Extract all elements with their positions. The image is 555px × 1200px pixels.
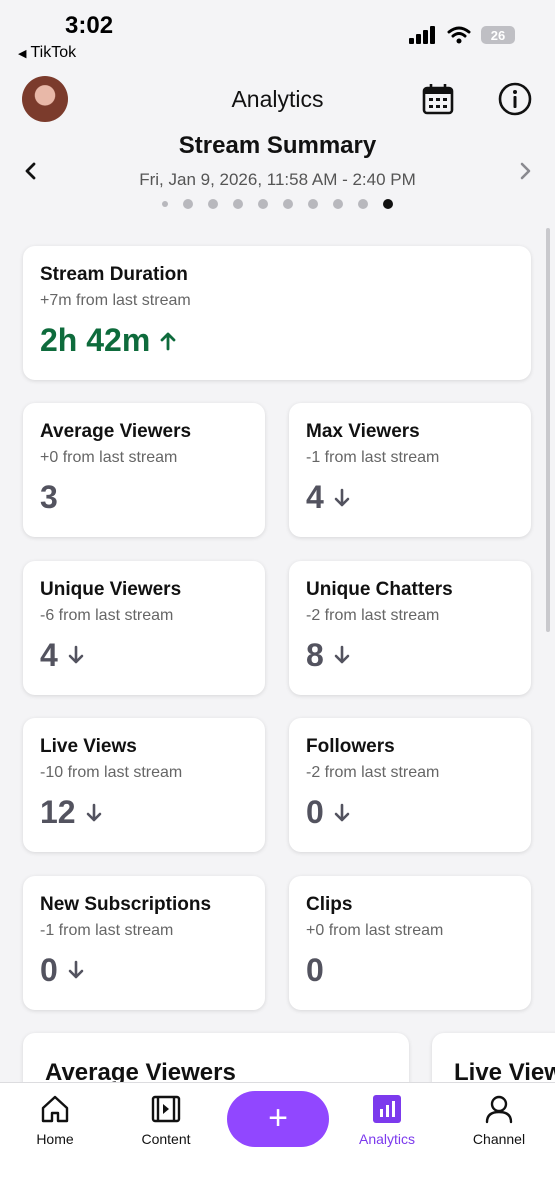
stream-duration-card[interactable]: Stream Duration +7m from last stream 2h … [23,246,531,380]
card-title: Followers [306,736,395,757]
person-icon [485,1095,513,1124]
card-value-text: 3 [40,479,58,515]
page-dot[interactable] [183,199,193,209]
tab-label: Analytics [358,1131,416,1147]
card-value-text: 0 [40,951,58,988]
home-icon [41,1095,69,1123]
tab-content[interactable]: Content [121,1093,211,1147]
card-title: Unique Viewers [40,578,182,600]
tab-home[interactable]: Home [10,1093,100,1147]
back-to-app-link[interactable]: ◀ TikTok [18,44,76,62]
card-value-text: 0 [306,951,324,988]
clips-card[interactable]: Clips +0 from last stream 0 [289,875,531,1010]
wifi-icon [447,26,471,44]
page-dot[interactable] [283,199,293,209]
card-value-text: 8 [306,636,324,673]
average-viewers-card[interactable]: Average Viewers +0 from last stream 3 [23,403,265,537]
card-comparison: -1 from last stream [306,449,440,466]
card-value: 0 [306,952,514,989]
status-bar: 3:02 ◀ TikTok 26 [0,0,555,68]
card-value: 4 [306,479,514,516]
page-dot[interactable] [162,201,168,207]
arrow-up-icon [160,332,176,350]
card-value: 0 [306,794,514,831]
arrow-down-icon [334,803,350,821]
arrow-down-icon [86,803,101,821]
card-title: Live Views [40,736,137,757]
card-value: 4 [40,637,248,674]
new-subscriptions-card[interactable]: New Subscriptions -1 from last stream 0 [23,875,265,1010]
video-frame-icon [151,1095,181,1123]
back-triangle-icon: ◀ [18,47,27,60]
cellular-signal-icon [409,26,435,44]
card-comparison: +7m from last stream [40,292,191,309]
page-indicator[interactable] [0,199,555,209]
card-value-text: 4 [306,479,324,515]
arrow-down-icon [68,960,84,979]
card-comparison: -10 from last stream [40,764,183,781]
scrollbar[interactable] [546,228,550,632]
page-dot[interactable] [358,199,368,209]
page-dot[interactable] [333,199,343,209]
card-value-text: 12 [40,794,76,830]
tab-label: Content [141,1131,191,1147]
page-dot[interactable] [208,199,218,209]
unique-viewers-card[interactable]: Unique Viewers -6 from last stream 4 [23,560,265,695]
unique-chatters-card[interactable]: Unique Chatters -2 from last stream 8 [289,560,531,695]
followers-card[interactable]: Followers -2 from last stream 0 [289,718,531,852]
page-dot[interactable] [233,199,243,209]
bottom-tab-bar: Home Content + Analytics Channel [0,1082,555,1200]
card-title: Stream Duration [40,264,188,285]
tab-label: Channel [472,1131,526,1147]
card-title: Average Viewers [40,421,192,442]
page-dot[interactable] [258,199,268,209]
info-icon[interactable] [497,81,533,117]
card-title: Clips [306,893,353,915]
page-title: Analytics [231,86,324,112]
live-views-card[interactable]: Live Views -10 from last stream 12 [23,718,265,852]
card-value: 3 [40,479,248,516]
battery-indicator: 26 [481,26,515,44]
calendar-icon[interactable] [421,82,455,116]
card-value-text: 2h 42m [40,322,151,358]
card-value-text: 4 [40,636,58,673]
card-title: Unique Chatters [306,578,453,600]
card-title: New Subscriptions [40,893,212,915]
card-comparison: -6 from last stream [40,606,174,624]
card-value: 2h 42m [40,322,514,359]
back-app-label: TikTok [30,44,77,61]
max-viewers-card[interactable]: Max Viewers -1 from last stream 4 [289,403,531,537]
status-icons: 26 [409,26,515,44]
create-button[interactable]: + [227,1091,329,1147]
card-value: 8 [306,637,514,674]
card-value: 12 [40,794,248,831]
arrow-down-icon [334,645,350,664]
arrow-down-icon [334,488,350,506]
app-header: Analytics [0,68,555,128]
card-value: 0 [40,952,248,989]
status-time: 3:02 [65,12,114,39]
card-comparison: +0 from last stream [40,449,178,466]
card-comparison: -1 from last stream [40,921,174,939]
arrow-down-icon [68,645,84,664]
page-dot[interactable] [383,199,393,209]
card-comparison: -2 from last stream [306,606,440,624]
tab-label: Home [36,1131,74,1147]
page-dot[interactable] [308,199,318,209]
card-comparison: +0 from last stream [306,921,444,939]
card-value-text: 0 [306,794,324,830]
summary-title: Stream Summary [178,132,377,159]
card-title: Max Viewers [306,421,420,442]
bar-chart-icon [373,1095,401,1123]
tab-analytics[interactable]: Analytics [342,1093,432,1147]
summary-date-range: Fri, Jan 9, 2026, 11:58 AM - 2:40 PM [139,170,416,189]
chevron-right-icon[interactable] [514,160,536,182]
card-comparison: -2 from last stream [306,764,440,781]
tab-channel[interactable]: Channel [454,1093,544,1147]
